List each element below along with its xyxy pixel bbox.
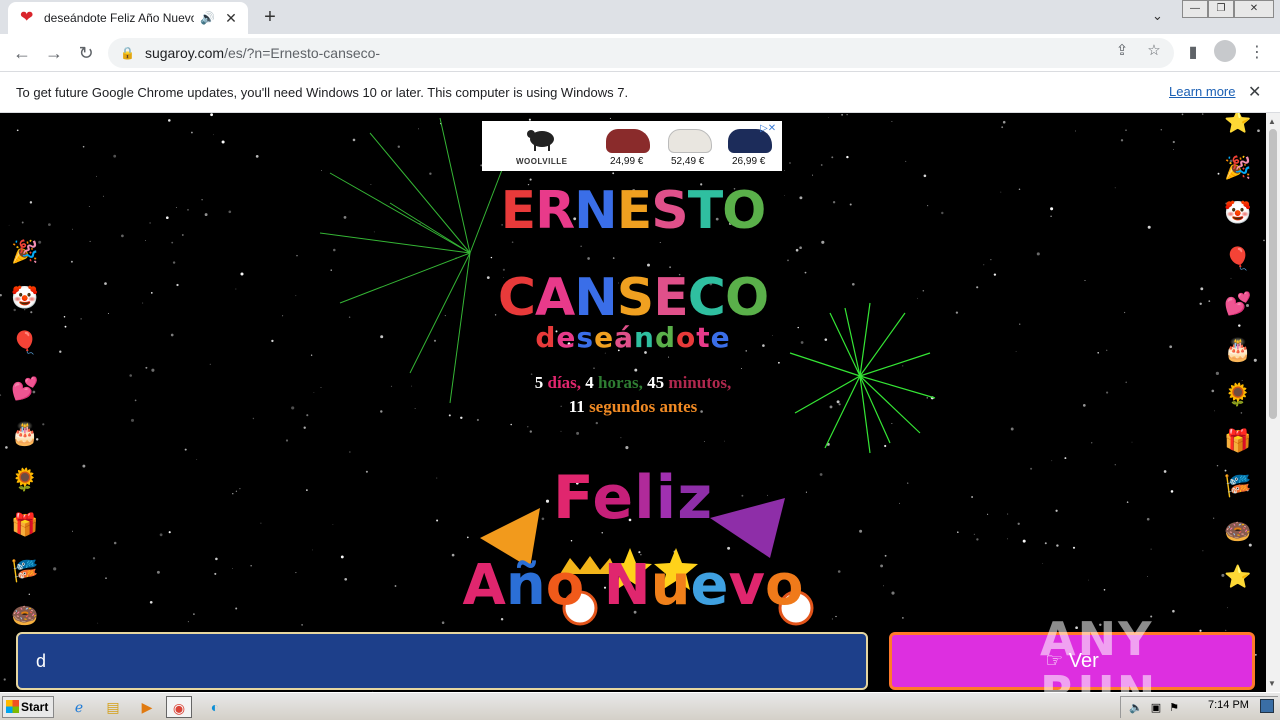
first-name-title: ERNESTO [0, 181, 1266, 241]
url-host: sugaroy.com [144, 45, 225, 61]
side-panel-icon[interactable]: ▮ [1181, 41, 1205, 65]
browser-tab[interactable]: ❤ deseándote Feliz Año Nuevo 20 🔊 ✕ [8, 2, 248, 34]
scrollbar-thumb[interactable] [1269, 129, 1277, 419]
audio-playing-icon[interactable]: 🔊 [200, 11, 215, 25]
gift-icon: 🎁 [11, 512, 39, 537]
advertisement-banner[interactable]: WOOLVILLE 24,99 € 52,49 € 26,99 € ▷✕ [482, 121, 782, 171]
scroll-down-arrow-icon[interactable]: ▼ [1268, 679, 1276, 688]
show-desktop-icon[interactable] [1260, 699, 1274, 713]
clown-icon: 🤡 [11, 284, 39, 310]
chrome-taskbar-icon[interactable]: ◉ [166, 696, 192, 718]
start-label: Start [21, 700, 49, 714]
hearts-icon: 💕 [11, 375, 39, 401]
seconds-value: 11 [568, 397, 585, 416]
sheep-logo-icon [527, 130, 554, 151]
restore-button[interactable]: ❐ [1208, 0, 1234, 18]
wishing-word: deseándote [535, 321, 731, 354]
cake-icon: 🎂 [1224, 336, 1252, 362]
ad-price: 52,49 € [671, 156, 705, 167]
reload-icon[interactable]: ↻ [74, 41, 98, 65]
tab-title: deseándote Feliz Año Nuevo 20 [44, 11, 194, 25]
ano-nuevo-text: Año Nuevo [462, 553, 804, 618]
update-infobar: To get future Google Chrome updates, you… [0, 72, 1280, 113]
clown-icon: 🤡 [1224, 200, 1252, 225]
lock-icon[interactable]: 🔒 [120, 46, 135, 60]
volume-icon[interactable]: 🔈 [1129, 701, 1143, 714]
media-player-icon[interactable]: ▶ [134, 696, 160, 718]
wishing-text: deseándote [0, 321, 1266, 354]
flower-pot-icon: 🌻 [1224, 382, 1252, 407]
internet-explorer-icon[interactable]: ℯ [66, 696, 92, 718]
page-scrollbar[interactable]: ▲ ▼ [1266, 113, 1280, 692]
cake-icon: 🎂 [11, 421, 39, 446]
hearts-icon: 💕 [1224, 291, 1252, 316]
last-name-text: CANSECO [497, 268, 769, 328]
donut-icon: 🍩 [11, 603, 39, 628]
forward-arrow-icon[interactable]: → [42, 41, 66, 65]
star-icon: ⭐ [1224, 113, 1252, 134]
hours-label: horas, [598, 373, 643, 392]
bunting-icon: 🎏 [1224, 473, 1252, 498]
bunting-icon: 🎏 [11, 557, 39, 583]
donut-icon: 🍩 [1224, 518, 1252, 544]
party-popper-icon: 🎉 [11, 239, 39, 264]
feliz-title: Feliz [0, 463, 1266, 533]
file-explorer-icon[interactable]: ▤ [100, 696, 126, 718]
countdown: 5 días, 4 horas, 45 minutos, 11 segundos… [0, 371, 1266, 419]
edge-icon[interactable]: ◐ [202, 696, 228, 718]
network-icon[interactable]: ▣ [1151, 701, 1161, 714]
scroll-up-arrow-icon[interactable]: ▲ [1268, 117, 1276, 126]
balloons-icon: 🎈 [1224, 245, 1252, 271]
page-content: WOOLVILLE 24,99 € 52,49 € 26,99 € ▷✕ ERN… [0, 113, 1266, 692]
name-input[interactable]: d [16, 632, 868, 690]
browser-toolbar: ← → ↻ 🔒 sugaroy.com/es/?n=Ernesto-cansec… [0, 34, 1280, 72]
url-path: /es/?n=Ernesto-canseco- [224, 45, 381, 61]
slipper-red-image [606, 129, 650, 153]
windows-taskbar: Start ℯ ▤ ▶ ◉ ◐ 🔈 ▣ ⚑ 7:14 PM [0, 692, 1280, 720]
days-value: 5 [534, 373, 544, 392]
gift-icon: 🎁 [1224, 427, 1252, 453]
seconds-label: segundos antes [589, 397, 698, 416]
address-bar[interactable]: 🔒 sugaroy.com/es/?n=Ernesto-canseco- [108, 38, 1174, 68]
new-tab-button[interactable]: + [258, 5, 282, 29]
ad-price: 26,99 € [732, 156, 766, 167]
feliz-text: Feliz [552, 463, 714, 533]
system-tray: 🔈 ▣ ⚑ [1120, 696, 1278, 718]
action-center-flag-icon[interactable]: ⚑ [1169, 701, 1179, 714]
learn-more-link[interactable]: Learn more [1169, 84, 1235, 99]
tab-strip: ❤ deseándote Feliz Año Nuevo 20 🔊 ✕ + ⌄ … [0, 0, 1280, 34]
tab-close-icon[interactable]: ✕ [223, 10, 239, 27]
flower-pot-icon: 🌻 [11, 466, 39, 492]
first-name-text: ERNESTO [500, 181, 767, 241]
share-icon[interactable]: ⇪ [1112, 41, 1132, 59]
windows-flag-icon [6, 700, 19, 713]
heart-favicon-icon: ❤ [20, 9, 34, 26]
minutes-value: 45 [647, 373, 665, 392]
hours-value: 4 [585, 373, 594, 392]
last-name-title: CANSECO [0, 268, 1266, 328]
ad-price: 24,99 € [610, 156, 644, 167]
star-icon: ⭐ [1224, 564, 1252, 589]
menu-kebab-icon[interactable]: ⋮ [1245, 41, 1269, 65]
adchoices-icon[interactable]: ▷✕ [760, 123, 776, 134]
infobar-close-icon[interactable]: ✕ [1248, 82, 1261, 102]
back-arrow-icon[interactable]: ← [10, 41, 34, 65]
profile-avatar[interactable] [1214, 40, 1236, 62]
ad-brand: WOOLVILLE [516, 157, 568, 166]
window-close-button[interactable]: ✕ [1234, 0, 1274, 18]
party-popper-icon: 🎉 [1224, 154, 1252, 180]
balloons-icon: 🎈 [11, 330, 39, 355]
taskbar-clock[interactable]: 7:14 PM [1208, 699, 1249, 711]
tab-search-chevron-icon[interactable]: ⌄ [1152, 8, 1163, 24]
minimize-button[interactable]: — [1182, 0, 1208, 18]
infobar-message: To get future Google Chrome updates, you… [16, 84, 629, 100]
ano-nuevo-title: Año Nuevo [0, 553, 1266, 618]
slipper-white-image [668, 129, 712, 153]
start-button[interactable]: Start [2, 696, 54, 718]
days-label: días, [547, 373, 582, 392]
bookmark-star-icon[interactable]: ☆ [1144, 41, 1164, 59]
minutes-label: minutos, [668, 373, 732, 392]
